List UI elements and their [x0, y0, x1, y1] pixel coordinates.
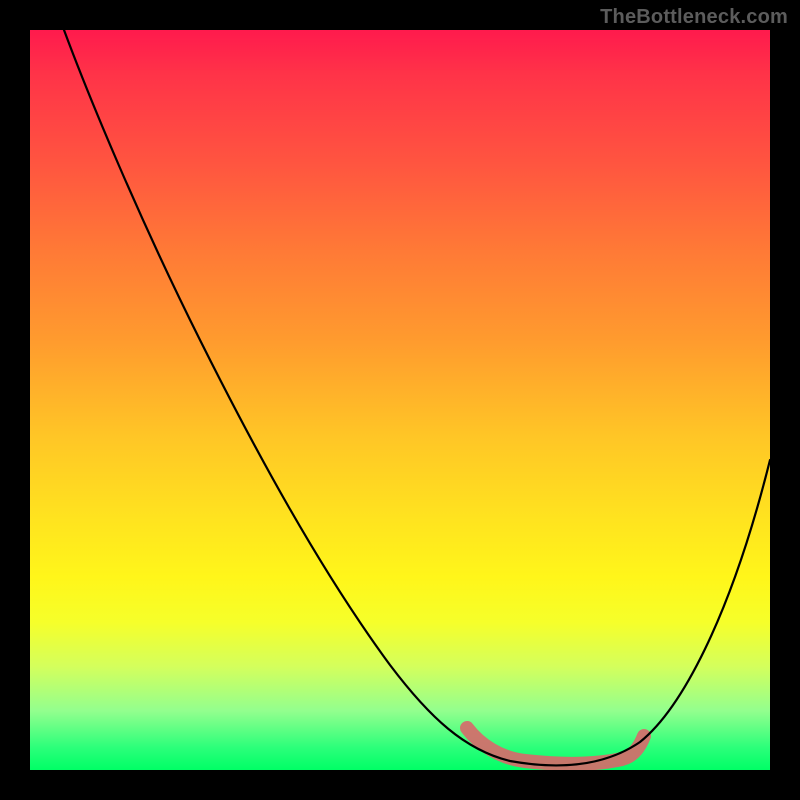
curve-svg [30, 30, 770, 770]
chart-container: TheBottleneck.com [0, 0, 800, 800]
watermark-text: TheBottleneck.com [600, 6, 788, 29]
plot-area [30, 30, 770, 770]
optimal-range-highlight [467, 728, 644, 764]
bottleneck-curve [64, 30, 770, 765]
